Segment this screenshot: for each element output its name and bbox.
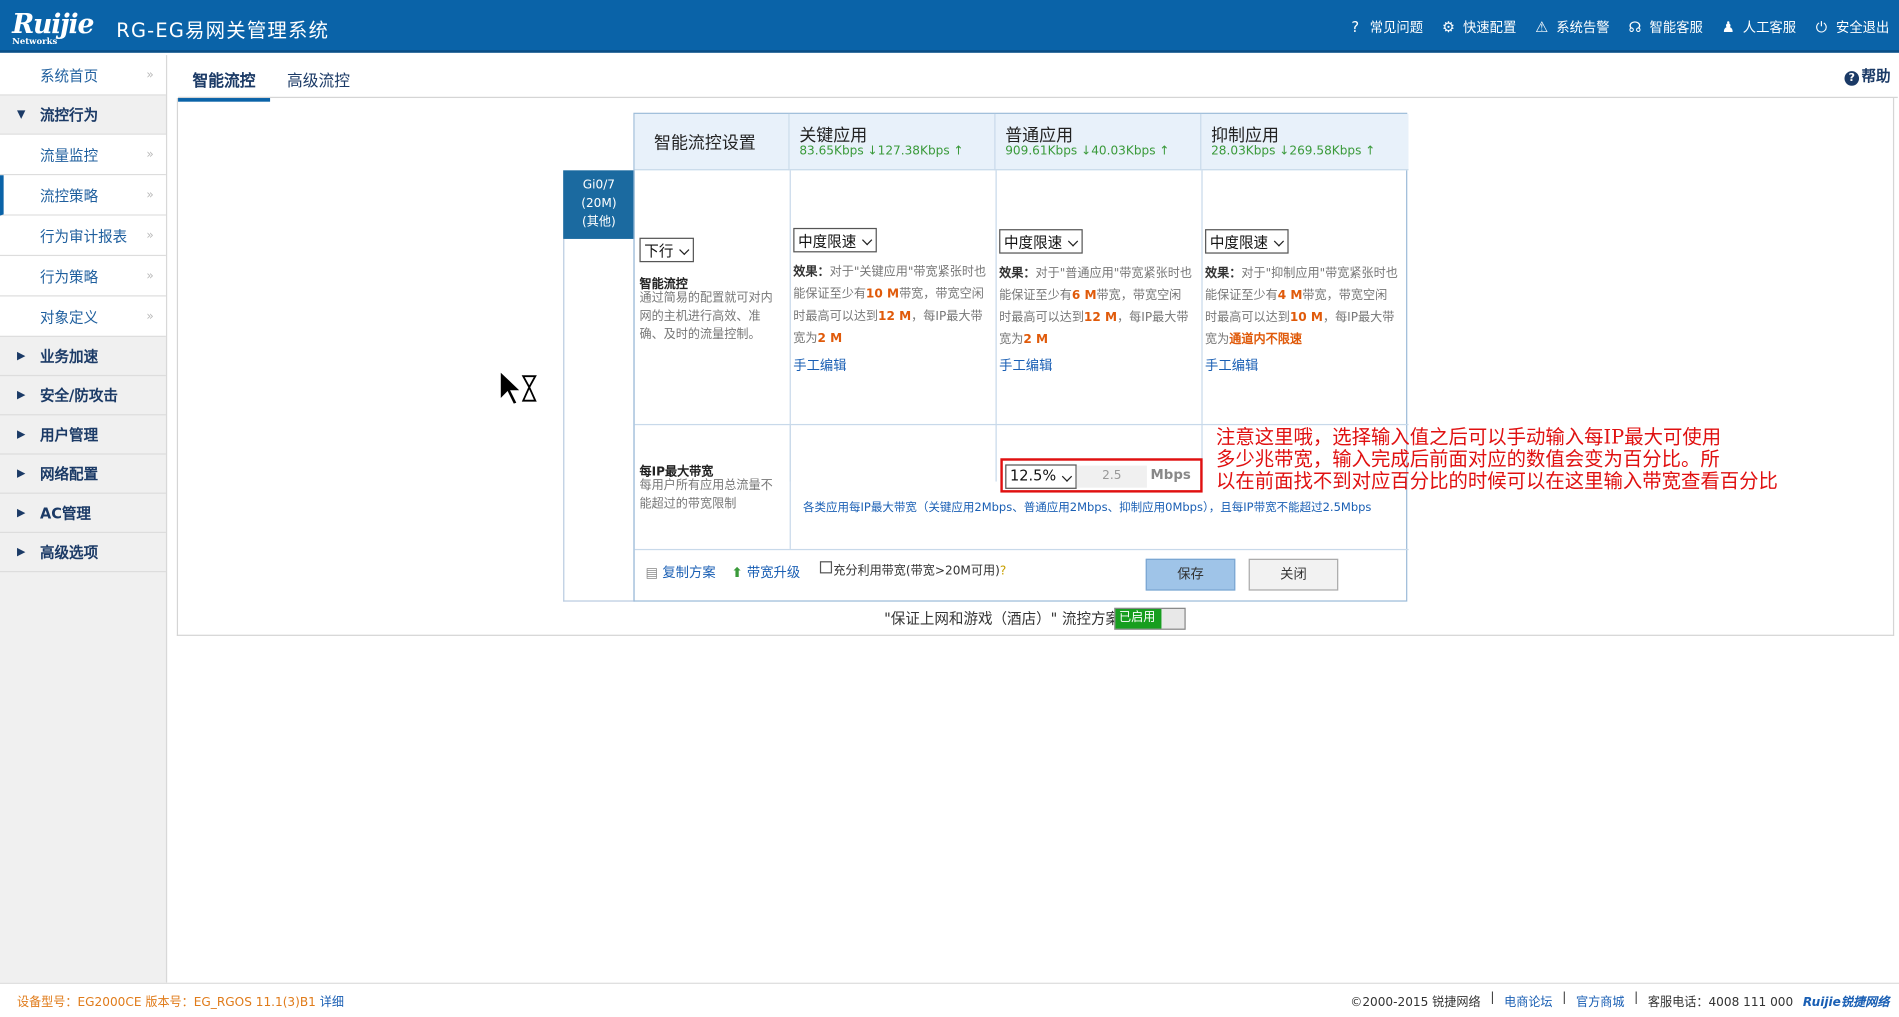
caret-right-icon: ▶ bbox=[16, 389, 26, 402]
chevron-right-icon: » bbox=[146, 147, 154, 162]
normal-app-header: 普通应用 909.61Kbps ↓40.03Kbps ↑ bbox=[995, 113, 1202, 171]
normal-app-effect: 效果：对于"普通应用"带宽紧张时也能保证至少有6 M带宽，带宽空闲时最高可以达到… bbox=[999, 267, 1192, 347]
sidebar-group-users[interactable]: ▶ 用户管理 bbox=[0, 415, 166, 455]
sidebar-item-audit-report[interactable]: 行为审计报表» bbox=[0, 215, 166, 257]
device-info: 设备型号：EG2000CE 版本号：EG_RGOS 11.1(3)B1 详细 bbox=[16, 996, 344, 1010]
sidebar: 系统首页» ▼ 流控行为 流量监控» 流控策略» 行为审计报表» 行为策略» 对象… bbox=[0, 55, 168, 983]
mouse-cursor-busy-icon bbox=[499, 370, 537, 406]
normal-app-level-select[interactable]: 中度限速 bbox=[999, 229, 1083, 254]
settings-header: 智能流控设置 bbox=[634, 113, 790, 171]
use-spare-bandwidth-checkbox[interactable] bbox=[819, 561, 833, 574]
suppressed-app-header: 抑制应用 28.03Kbps ↓269.58Kbps ↑ bbox=[1201, 113, 1409, 171]
per-ip-note: 各类应用每IP最大带宽（关键应用2Mbps、普通应用2Mbps、抑制应用0Mbp… bbox=[802, 501, 1372, 515]
sidebar-group-accel[interactable]: ▶ 业务加速 bbox=[0, 337, 166, 377]
save-button[interactable]: 保存 bbox=[1145, 558, 1236, 591]
top-nav: ? 常见问题 ⚙ 快速配置 ⚠ 系统告警 ☊ 智能客服 ♟ 人工客服 ⏻ 安全退出 bbox=[1347, 17, 1890, 37]
sidebar-item-behavior-policy[interactable]: 行为策略» bbox=[0, 256, 166, 297]
close-button[interactable]: 关闭 bbox=[1248, 558, 1339, 591]
copy-plan-link[interactable]: ▤ 复制方案 bbox=[646, 562, 716, 582]
normal-app-rate: 909.61Kbps ↓40.03Kbps ↑ bbox=[1005, 144, 1170, 159]
key-app-edit-link[interactable]: 手工编辑 bbox=[793, 355, 846, 375]
caret-down-icon: ▼ bbox=[16, 108, 26, 121]
chevron-right-icon: » bbox=[146, 228, 154, 242]
normal-app-edit-link[interactable]: 手工编辑 bbox=[999, 355, 1052, 375]
suppressed-app-edit-link[interactable]: 手工编辑 bbox=[1205, 355, 1258, 375]
sidebar-group-advanced[interactable]: ▶ 高级选项 bbox=[0, 533, 166, 573]
per-ip-desc: 每用户所有应用总流量不能超过的带宽限制 bbox=[639, 479, 773, 511]
sidebar-group-security[interactable]: ▶ 安全/防攻击 bbox=[0, 376, 166, 416]
forum-link[interactable]: 电商论坛 bbox=[1504, 991, 1552, 1009]
topnav-alarm[interactable]: ⚠ 系统告警 bbox=[1533, 17, 1609, 37]
topnav-smart-service[interactable]: ☊ 智能客服 bbox=[1627, 17, 1703, 37]
bandwidth-upgrade-link[interactable]: ⬆ 带宽升级 bbox=[732, 562, 801, 582]
tab-smart-flow[interactable]: 智能流控 bbox=[178, 67, 271, 102]
key-app-level-select[interactable]: 中度限速 bbox=[793, 227, 877, 253]
caret-right-icon: ▶ bbox=[16, 545, 26, 559]
topnav-faq[interactable]: ? 常见问题 bbox=[1347, 17, 1423, 37]
sidebar-group-flow[interactable]: ▼ 流控行为 bbox=[0, 96, 166, 135]
copy-icon: ▤ bbox=[645, 564, 659, 581]
warning-icon: ⚠ bbox=[1535, 18, 1549, 36]
up-arrow-icon: ⬆ bbox=[731, 564, 743, 581]
tab-advanced-flow[interactable]: 高级流控 bbox=[287, 67, 350, 98]
help-icon: ? bbox=[999, 564, 1007, 579]
tab-bar: 智能流控 高级流控 ? 帮助 bbox=[178, 61, 1898, 102]
sidebar-item-home[interactable]: 系统首页» bbox=[0, 55, 166, 96]
per-ip-bandwidth-input[interactable]: 2.5 bbox=[1076, 465, 1147, 488]
caret-right-icon: ▶ bbox=[16, 467, 26, 480]
per-ip-percent-select[interactable]: 12.5% bbox=[1005, 464, 1077, 489]
plan-label: "保证上网和游戏（酒店）" 流控方案 bbox=[884, 610, 1121, 628]
chevron-right-icon: » bbox=[146, 268, 154, 283]
per-ip-unit: Mbps bbox=[1150, 466, 1191, 483]
footer-brand-logo: Ruijie锐捷网络 bbox=[1802, 996, 1890, 1010]
sidebar-item-flow-monitor[interactable]: 流量监控» bbox=[0, 134, 166, 176]
footer: 设备型号：EG2000CE 版本号：EG_RGOS 11.1(3)B1 详细 ©… bbox=[0, 982, 1899, 1017]
topnav-quick-config[interactable]: ⚙ 快速配置 bbox=[1440, 17, 1516, 37]
app-title: RG-EG易网关管理系统 bbox=[116, 18, 330, 42]
ruijie-logo[interactable]: Ruijie Networks bbox=[12, 9, 94, 47]
suppressed-app-level-select[interactable]: 中度限速 bbox=[1205, 229, 1289, 254]
user-icon: ♟ bbox=[1721, 18, 1735, 36]
service-phone: 客服电话：4008 111 000 bbox=[1647, 996, 1794, 1010]
smart-flow-desc: 通过简易的配置就可对内网的主机进行高效、准确、及时的流量控制。 bbox=[639, 291, 773, 342]
chevron-right-icon: » bbox=[146, 309, 154, 323]
plan-toggle[interactable]: 已启用 bbox=[1114, 607, 1186, 630]
sidebar-item-flow-policy[interactable]: 流控策略» bbox=[0, 175, 166, 216]
use-spare-bandwidth-label: 充分利用带宽(带宽>20M可用)? bbox=[833, 564, 1007, 579]
sidebar-item-object-def[interactable]: 对象定义» bbox=[0, 296, 166, 337]
sidebar-group-ac[interactable]: ▶ AC管理 bbox=[0, 494, 166, 534]
question-icon: ? bbox=[1351, 18, 1360, 36]
sidebar-group-network[interactable]: ▶ 网络配置 bbox=[0, 455, 166, 494]
topnav-manual-service[interactable]: ♟ 人工客服 bbox=[1720, 17, 1796, 37]
top-header: Ruijie Networks RG-EG易网关管理系统 ? 常见问题 ⚙ 快速配置 … bbox=[0, 0, 1899, 53]
suppressed-app-rate: 28.03Kbps ↓269.58Kbps ↑ bbox=[1211, 144, 1376, 159]
shop-link[interactable]: 官方商城 bbox=[1576, 991, 1624, 1009]
caret-right-icon: ▶ bbox=[16, 506, 26, 519]
help-icon: ? bbox=[1844, 71, 1860, 86]
key-app-rate: 83.65Kbps ↓127.38Kbps ↑ bbox=[799, 144, 964, 159]
gear-icon: ⚙ bbox=[1441, 18, 1455, 36]
chevron-right-icon: » bbox=[146, 68, 154, 82]
help-link[interactable]: ? 帮助 bbox=[1844, 65, 1891, 86]
suppressed-app-effect: 效果：对于"抑制应用"带宽紧张时也能保证至少有4 M带宽，带宽空闲时最高可以达到… bbox=[1205, 267, 1398, 347]
direction-select[interactable]: 下行 bbox=[639, 237, 694, 263]
headset-icon: ☊ bbox=[1628, 18, 1642, 36]
caret-right-icon: ▶ bbox=[16, 428, 26, 441]
annotation-text: 注意这里哦，选择输入值之后可以手动输入每IP最大可使用 多少兆带宽，输入完成后前… bbox=[1215, 425, 1778, 493]
port-tab-gi0-7[interactable]: Gi0/7 (20M) (其他) bbox=[563, 170, 635, 239]
key-app-header: 关键应用 83.65Kbps ↓127.38Kbps ↑ bbox=[789, 113, 996, 171]
detail-link[interactable]: 详细 bbox=[320, 996, 344, 1009]
footer-links: ©2000-2015 锐捷网络 | 电商论坛 | 官方商城 | 客服电话：4008 1… bbox=[1350, 991, 1890, 1010]
caret-right-icon: ▶ bbox=[16, 349, 26, 363]
key-app-effect: 效果：对于"关键应用"带宽紧张时也能保证至少有10 M带宽，带宽空闲时最高可以达… bbox=[793, 265, 987, 346]
power-icon: ⏻ bbox=[1815, 17, 1828, 35]
topnav-logout[interactable]: ⏻ 安全退出 bbox=[1813, 17, 1890, 37]
port-frame bbox=[563, 238, 635, 602]
chevron-right-icon: » bbox=[146, 188, 154, 202]
